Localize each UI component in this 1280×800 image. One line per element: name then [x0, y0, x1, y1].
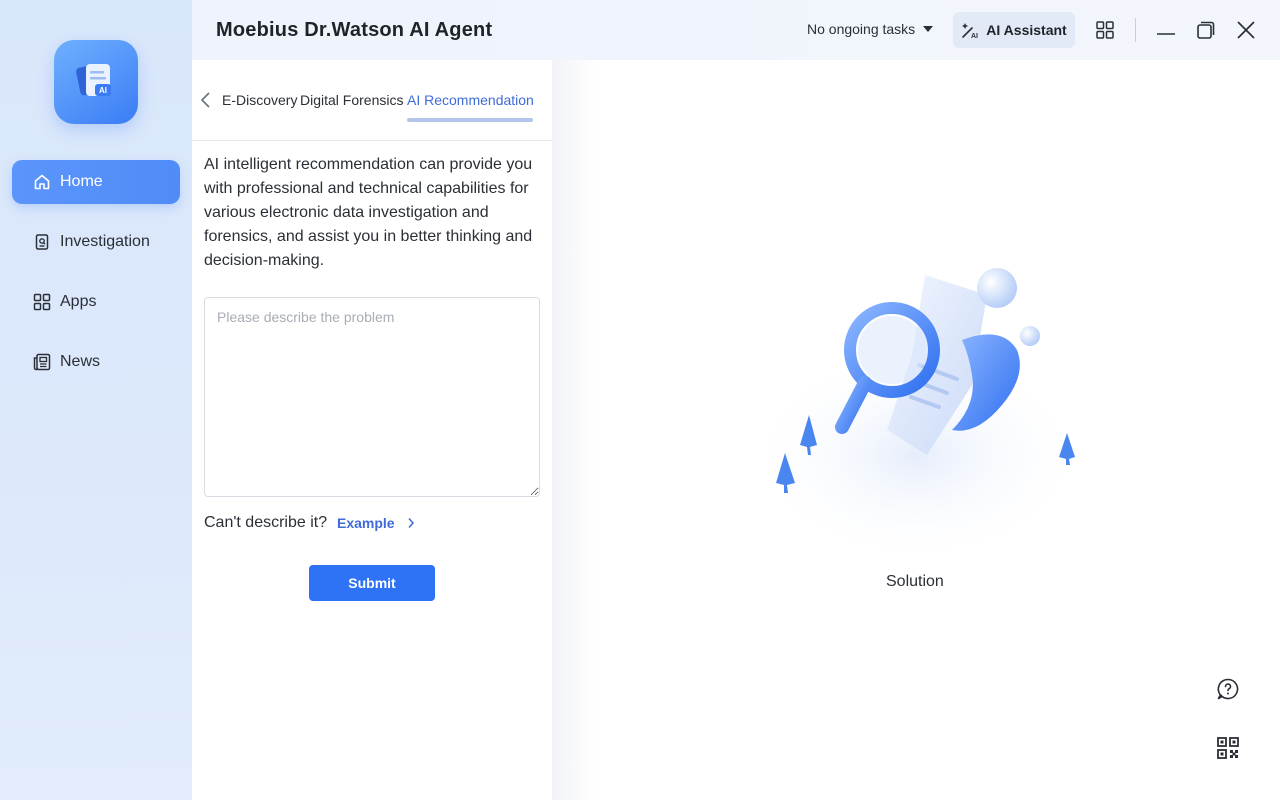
app-window: AI Home Investigation Apps News Moebius … [0, 0, 1280, 800]
panel-tabs: E-Discovery Digital Forensics AI Recomme… [192, 60, 552, 141]
magic-wand-icon: AI [962, 23, 978, 39]
search-document-illustration [747, 268, 1087, 565]
sidebar-item-news[interactable]: News [12, 340, 180, 384]
investigation-icon [33, 233, 51, 251]
cant-describe-text: Can't describe it? [204, 514, 328, 531]
chevron-right-icon [408, 518, 414, 528]
titlebar: Moebius Dr.Watson AI Agent No ongoing ta… [192, 0, 1280, 60]
example-label: Example [337, 515, 395, 531]
qr-code-icon[interactable] [1216, 736, 1240, 760]
app-logo: AI [54, 40, 138, 124]
tab-digital-forensics[interactable]: Digital Forensics [300, 92, 403, 108]
titlebar-divider [1135, 18, 1136, 42]
sidebar: AI Home Investigation Apps News [0, 0, 192, 800]
active-tab-indicator [407, 118, 533, 122]
grid-view-icon[interactable] [1095, 20, 1115, 40]
tasks-label: No ongoing tasks [807, 21, 916, 37]
restore-icon[interactable] [1196, 20, 1216, 40]
sidebar-item-apps[interactable]: Apps [12, 280, 180, 324]
recommendation-panel: E-Discovery Digital Forensics AI Recomme… [192, 60, 552, 800]
ai-assistant-button[interactable]: AI AI Assistant [953, 12, 1075, 48]
home-icon [33, 173, 51, 191]
chevron-left-icon[interactable] [199, 91, 213, 109]
sidebar-item-label: Apps [60, 293, 97, 310]
ai-assistant-label: AI Assistant [986, 22, 1067, 38]
sidebar-item-investigation[interactable]: Investigation [12, 220, 180, 264]
sidebar-nav: Home Investigation Apps News [12, 160, 180, 400]
solution-label: Solution [886, 573, 944, 590]
example-link[interactable]: Example [337, 515, 415, 531]
news-icon [33, 353, 51, 371]
sidebar-item-label: News [60, 353, 101, 370]
close-icon[interactable] [1236, 20, 1256, 40]
recommendation-description: AI intelligent recommendation can provid… [204, 156, 533, 269]
document-ai-icon: AI [76, 64, 111, 96]
tasks-dropdown[interactable]: No ongoing tasks [807, 21, 934, 37]
sidebar-item-home[interactable]: Home [12, 160, 180, 204]
solution-area: Solution [552, 60, 1280, 800]
sidebar-item-label: Home [60, 173, 103, 190]
minimize-icon[interactable] [1156, 20, 1176, 40]
tab-e-discovery[interactable]: E-Discovery [222, 92, 297, 108]
logo-badge-text: AI [99, 86, 107, 95]
problem-input[interactable] [204, 297, 540, 497]
svg-text:AI: AI [971, 33, 978, 39]
submit-button[interactable]: Submit [309, 565, 435, 601]
apps-icon [33, 293, 51, 311]
sidebar-item-label: Investigation [60, 233, 150, 250]
app-title: Moebius Dr.Watson AI Agent [216, 19, 493, 41]
caret-down-icon [923, 26, 934, 32]
help-chat-icon[interactable] [1216, 677, 1240, 701]
tab-ai-recommendation[interactable]: AI Recommendation [407, 92, 534, 108]
